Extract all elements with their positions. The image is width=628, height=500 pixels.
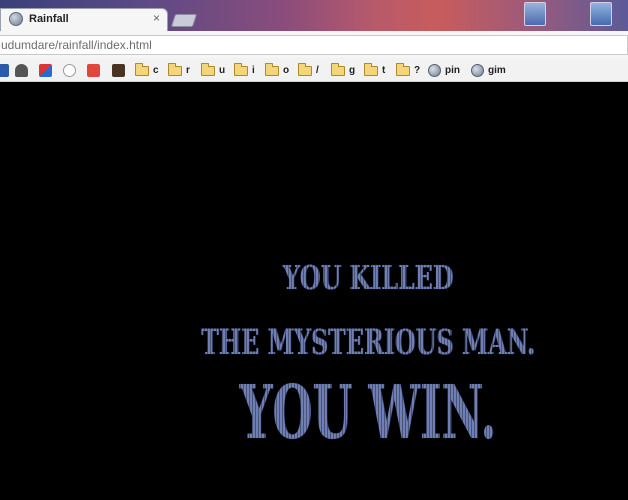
desktop-shortcut-icon [590, 2, 612, 26]
bookmark-app-3[interactable] [87, 62, 100, 78]
folder-icon [364, 63, 378, 76]
app-icon [87, 63, 100, 77]
globe-icon [471, 63, 484, 77]
bookmark-headphones[interactable] [15, 62, 28, 78]
headphones-icon [15, 63, 28, 77]
folder-icon [298, 63, 312, 76]
bookmark-folder-t[interactable]: t [364, 62, 385, 78]
close-tab-button[interactable]: × [153, 11, 160, 25]
message-line-1: YOU KILLED [282, 258, 454, 297]
tab-title: Rainfall [29, 13, 69, 25]
address-bar[interactable]: udumdare/rainfall/index.html [0, 35, 628, 55]
game-canvas[interactable]: YOU KILLED THE MYSTERIOUS MAN. YOU WIN. [0, 82, 628, 500]
message-line-2: THE MYSTERIOUS MAN. [200, 322, 536, 363]
bookmark-app-4[interactable] [112, 62, 125, 78]
bookmark-folder-question[interactable]: ? [396, 62, 420, 78]
bookmark-folder-o[interactable]: o [265, 62, 289, 78]
bookmark-folder-u[interactable]: u [201, 62, 225, 78]
globe-icon [428, 63, 441, 77]
bookmark-app-2[interactable] [39, 62, 52, 78]
bookmark-reddit[interactable] [63, 62, 76, 78]
folder-icon [265, 63, 279, 76]
bookmark-folder-slash[interactable]: / [298, 62, 319, 78]
tab-rainfall[interactable]: Rainfall × [0, 8, 168, 31]
toolbar: udumdare/rainfall/index.html [0, 31, 628, 58]
folder-icon [201, 63, 215, 76]
globe-icon [9, 12, 23, 26]
reddit-icon [63, 63, 76, 77]
bookmark-folder-i[interactable]: i [234, 62, 255, 78]
folder-icon [168, 63, 182, 76]
bookmark-pin[interactable]: pin [428, 62, 460, 78]
bookmark-folder-g[interactable]: g [331, 62, 355, 78]
desktop-shortcut-icon [524, 2, 546, 26]
bookmark-folder-r[interactable]: r [168, 62, 190, 78]
tab-strip: Rainfall × [0, 0, 628, 31]
bookmark-gim[interactable]: gim [471, 62, 506, 78]
new-tab-button[interactable] [170, 14, 198, 27]
bookmark-folder-c[interactable]: c [135, 62, 159, 78]
message-line-3: YOU WIN. [239, 370, 497, 456]
folder-icon [396, 63, 410, 76]
app-icon [0, 63, 9, 77]
folder-icon [234, 63, 248, 76]
app-icon [39, 63, 52, 77]
bookmarks-bar: c r u i o / g t ? pin gim [0, 58, 628, 82]
folder-icon [135, 63, 149, 76]
app-icon [112, 63, 125, 77]
folder-icon [331, 63, 345, 76]
bookmark-app-1[interactable] [0, 62, 9, 78]
